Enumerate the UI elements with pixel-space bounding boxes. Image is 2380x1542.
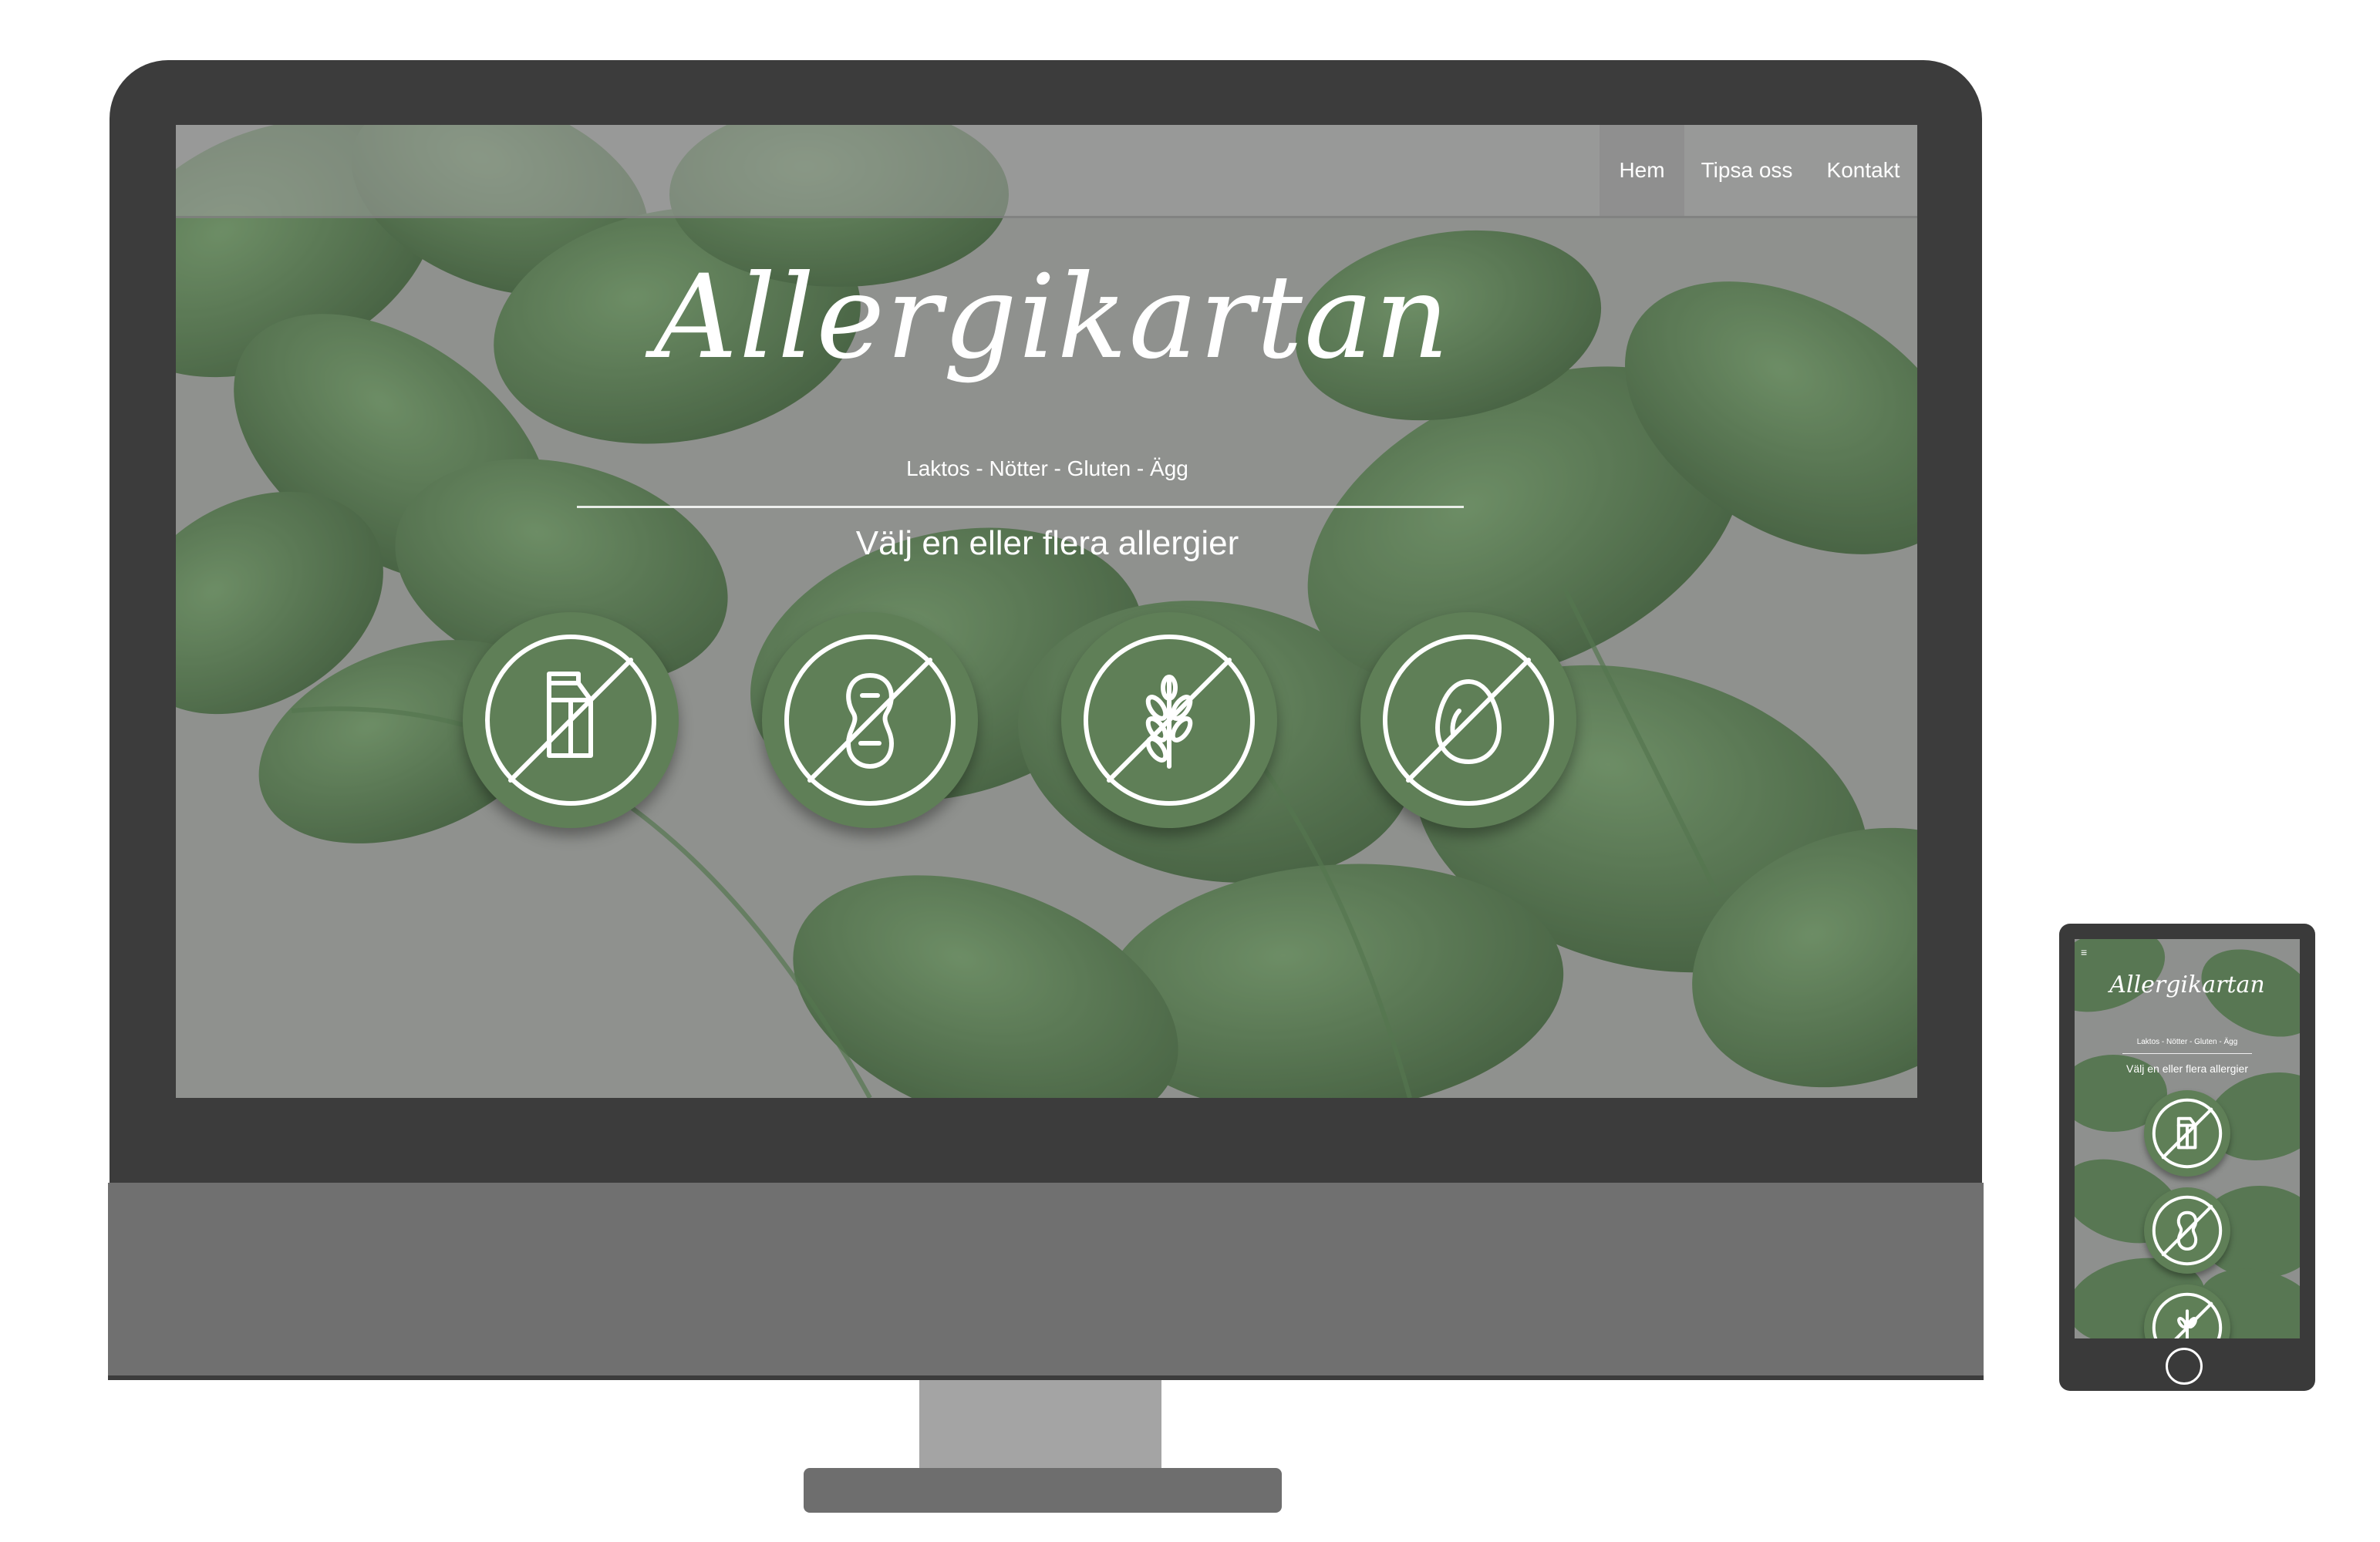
no-milk-icon (485, 635, 656, 806)
desktop-screen: Hem Tipsa oss Kontakt Allergikartan Lakt… (176, 125, 1917, 1098)
monitor-stand-foot (804, 1468, 1282, 1513)
allergy-button-agg[interactable] (1360, 612, 1576, 828)
mobile-allergy-button-gluten[interactable] (2144, 1284, 2230, 1338)
mobile-allergen-tagline: Laktos - Nötter - Gluten - Ägg (2136, 1038, 2238, 1046)
nav-item-tipsa-oss[interactable]: Tipsa oss (1684, 125, 1809, 216)
mobile-allergy-button-laktos[interactable] (2144, 1090, 2230, 1177)
logo-text: Allergikartan (654, 251, 1451, 385)
no-nuts-icon (784, 635, 956, 806)
mobile-logo[interactable]: Allergikartan (2075, 971, 2300, 998)
no-milk-icon (2152, 1098, 2223, 1169)
mobile-allergy-button-notter[interactable] (2144, 1187, 2230, 1274)
no-gluten-icon (1084, 635, 1255, 806)
hero-divider (577, 506, 1464, 508)
no-egg-icon (1383, 635, 1554, 806)
allergy-button-gluten[interactable] (1061, 612, 1277, 828)
allergen-tagline: Laktos - Nötter - Gluten - Ägg (906, 456, 1188, 480)
mobile-choose-allergy-heading: Välj en eller flera allergier (2126, 1062, 2248, 1075)
no-nuts-icon (2152, 1195, 2223, 1266)
site-logo[interactable]: Allergikartan (654, 241, 1451, 472)
nav-item-kontakt[interactable]: Kontakt (1809, 125, 1917, 216)
allergy-button-notter[interactable] (762, 612, 978, 828)
monitor-chin (108, 1183, 1984, 1379)
nav-item-hem[interactable]: Hem (1600, 125, 1684, 216)
allergy-button-laktos[interactable] (463, 612, 679, 828)
mobile-divider (2122, 1053, 2252, 1054)
monitor-stand-neck (919, 1380, 1161, 1470)
choose-allergy-heading: Välj en eller flera allergier (855, 524, 1239, 562)
mobile-screen: ≡ Allergikartan Laktos - Nötter - Gluten… (2075, 939, 2300, 1338)
no-gluten-icon (2152, 1292, 2223, 1338)
phone-home-button[interactable] (2166, 1348, 2203, 1385)
hamburger-icon[interactable]: ≡ (2081, 947, 2093, 958)
